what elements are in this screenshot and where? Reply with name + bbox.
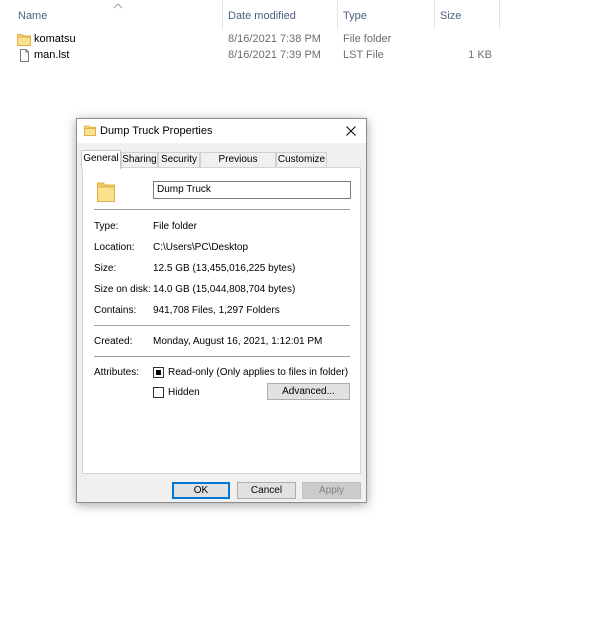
hidden-checkbox[interactable] <box>153 387 164 398</box>
file-icon <box>17 49 31 62</box>
column-header-row: Name Date modified Type Size <box>0 0 500 32</box>
location-label: Location: <box>94 242 135 253</box>
column-size[interactable]: Size <box>440 10 461 22</box>
sort-ascending-icon <box>113 2 123 10</box>
attributes-label: Attributes: <box>94 367 140 378</box>
file-type: LST File <box>343 49 384 61</box>
contains-value: 941,708 Files, 1,297 Folders <box>153 305 280 316</box>
apply-button[interactable]: Apply <box>302 482 361 499</box>
contains-label: Contains: <box>94 305 137 316</box>
file-date-modified: 8/16/2021 7:39 PM <box>228 49 321 61</box>
column-divider[interactable] <box>222 0 223 30</box>
file-name: komatsu <box>34 33 76 45</box>
file-row-man-lst[interactable]: man.lst 8/16/2021 7:39 PM LST File 1 KB <box>0 48 500 64</box>
readonly-label[interactable]: Read-only (Only applies to files in fold… <box>168 367 348 378</box>
file-size: 1 KB <box>468 49 492 61</box>
properties-dialog: Dump Truck Properties General Sharing Se… <box>76 118 367 503</box>
tab-security[interactable]: Security <box>158 152 200 168</box>
size-on-disk-value: 14.0 GB (15,044,808,704 bytes) <box>153 284 296 295</box>
general-tab-panel: Dump Truck Type: File folder Location: C… <box>82 167 361 474</box>
file-date-modified: 8/16/2021 7:38 PM <box>228 33 321 45</box>
divider <box>94 325 350 326</box>
ok-button[interactable]: OK <box>172 482 230 499</box>
location-value: C:\Users\PC\Desktop <box>153 242 249 253</box>
column-type[interactable]: Type <box>343 10 367 22</box>
folder-icon <box>97 181 115 202</box>
file-name: man.lst <box>34 49 70 61</box>
column-name[interactable]: Name <box>18 10 47 22</box>
close-button[interactable] <box>336 119 366 143</box>
column-divider[interactable] <box>499 0 500 30</box>
size-on-disk-label: Size on disk: <box>94 284 151 295</box>
type-label: Type: <box>94 221 119 232</box>
advanced-button[interactable]: Advanced... <box>267 383 350 400</box>
tab-customize[interactable]: Customize <box>276 152 327 168</box>
file-list: Name Date modified Type Size komatsu 8/1… <box>0 0 600 80</box>
tab-general[interactable]: General <box>81 150 121 169</box>
indeterminate-mark <box>156 370 161 375</box>
hidden-label[interactable]: Hidden <box>168 387 200 398</box>
dialog-titlebar[interactable]: Dump Truck Properties <box>77 119 366 143</box>
file-type: File folder <box>343 33 392 45</box>
column-date-modified[interactable]: Date modified <box>228 10 296 22</box>
column-divider[interactable] <box>434 0 435 30</box>
created-value: Monday, August 16, 2021, 1:12:01 PM <box>153 336 323 347</box>
column-divider[interactable] <box>337 0 338 30</box>
file-row-komatsu[interactable]: komatsu 8/16/2021 7:38 PM File folder <box>0 32 500 48</box>
readonly-checkbox[interactable] <box>153 367 164 378</box>
divider <box>94 209 350 210</box>
tab-previous-versions[interactable]: Previous Versions <box>200 152 276 179</box>
size-value: 12.5 GB (13,455,016,225 bytes) <box>153 263 296 274</box>
folder-icon <box>84 125 96 136</box>
divider <box>94 356 350 357</box>
folder-icon <box>17 33 31 46</box>
folder-name-field[interactable]: Dump Truck <box>153 181 351 199</box>
dialog-title: Dump Truck Properties <box>100 125 213 137</box>
size-label: Size: <box>94 263 117 274</box>
cancel-button[interactable]: Cancel <box>237 482 296 499</box>
created-label: Created: <box>94 336 133 347</box>
close-icon <box>346 126 356 136</box>
tab-sharing[interactable]: Sharing <box>121 152 158 168</box>
tab-strip: General Sharing Security Previous Versio… <box>81 150 361 179</box>
type-value: File folder <box>153 221 197 232</box>
